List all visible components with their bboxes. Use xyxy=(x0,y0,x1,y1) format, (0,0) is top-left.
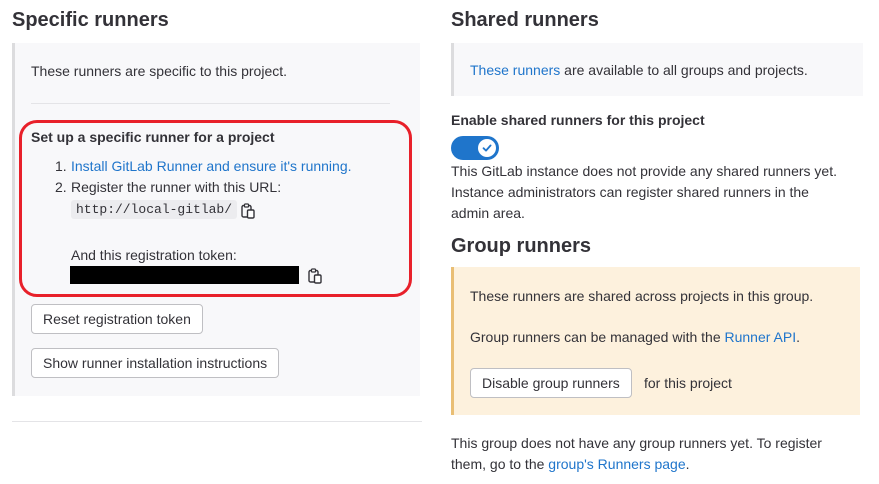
group-line2: Group runners can be managed with the Ru… xyxy=(470,329,800,345)
group-runners-page-link[interactable]: group's Runners page xyxy=(548,456,685,472)
group-footer-line1: This group does not have any group runne… xyxy=(451,435,822,451)
group-runners-panel: These runners are shared across projects… xyxy=(451,267,860,415)
group-footer-text: them, go to the xyxy=(451,456,549,472)
section-divider xyxy=(12,421,422,422)
group-line2-text: Group runners can be managed with the xyxy=(470,329,725,345)
group-line2-end: . xyxy=(796,329,800,345)
show-installation-instructions-button[interactable]: Show runner installation instructions xyxy=(31,348,280,378)
group-footer-end: . xyxy=(685,456,690,472)
shared-intro-rest: are available to all groups and projects… xyxy=(560,62,808,78)
highlight-annotation xyxy=(19,120,412,297)
specific-intro-text: These runners are specific to this proje… xyxy=(31,63,288,79)
shared-note-line3: admin area. xyxy=(451,205,525,221)
shared-runners-heading: Shared runners xyxy=(451,9,599,31)
disable-group-runners-button[interactable]: Disable group runners xyxy=(470,368,632,398)
panel-divider xyxy=(31,103,390,104)
shared-intro: These runners are available to all group… xyxy=(470,62,808,78)
shared-runners-panel: These runners are available to all group… xyxy=(451,43,863,96)
disable-suffix: for this project xyxy=(644,375,732,391)
runner-api-link[interactable]: Runner API xyxy=(725,329,797,345)
check-icon xyxy=(478,139,496,157)
these-runners-link[interactable]: These runners xyxy=(470,62,560,78)
group-line1: These runners are shared across projects… xyxy=(470,288,814,304)
specific-runners-heading: Specific runners xyxy=(12,9,169,31)
reset-registration-token-button[interactable]: Reset registration token xyxy=(31,304,203,334)
shared-toggle-label: Enable shared runners for this project xyxy=(451,112,705,128)
group-footer-line2: them, go to the group's Runners page. xyxy=(451,456,690,472)
shared-note-line1: This GitLab instance does not provide an… xyxy=(451,163,837,179)
shared-note-line2: Instance administrators can register sha… xyxy=(451,184,809,200)
shared-runners-toggle[interactable] xyxy=(451,136,499,160)
group-runners-heading: Group runners xyxy=(451,235,592,257)
